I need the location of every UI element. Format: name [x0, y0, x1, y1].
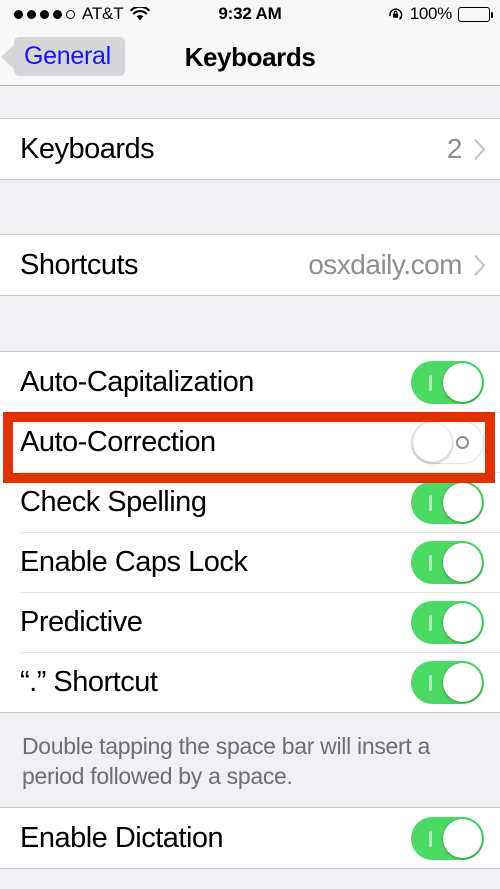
section-keyboards: Keyboards 2: [0, 118, 500, 180]
row-auto-correction[interactable]: Auto-Correction: [0, 412, 500, 472]
row-period-shortcut[interactable]: “.” Shortcut: [0, 652, 500, 712]
toggle-knob: [443, 362, 482, 402]
row-label: Check Spelling: [20, 485, 207, 518]
iphone-screen: AT&T 9:32 AM 100% General Keyboards Keyb…: [0, 0, 500, 889]
section-gap: [0, 180, 500, 234]
row-value: 2: [446, 133, 463, 164]
toggle-off-circle-icon: [456, 435, 469, 449]
row-label: Auto-Correction: [20, 425, 216, 458]
toggle-check-spelling[interactable]: [411, 480, 484, 524]
section-gap: [0, 296, 500, 351]
signal-dot-5: [66, 9, 75, 19]
row-label: Enable Dictation: [20, 821, 224, 854]
status-bar-right: 100%: [387, 4, 494, 24]
toggle-on-bar-icon: [429, 674, 432, 691]
row-value: osxdaily.com: [308, 249, 462, 280]
signal-strength-icon: [14, 9, 75, 19]
status-bar-left: AT&T: [14, 4, 151, 24]
carrier-label: AT&T: [82, 4, 124, 23]
toggle-on-bar-icon: [429, 554, 432, 571]
row-shortcuts[interactable]: Shortcuts osxdaily.com: [0, 235, 500, 295]
toggle-period-shortcut[interactable]: [411, 660, 484, 704]
toggle-on-bar-icon: [429, 614, 432, 631]
signal-dot-3: [40, 9, 49, 19]
row-label: Enable Caps Lock: [20, 545, 248, 578]
toggle-on-bar-icon: [429, 494, 432, 511]
toggle-predictive[interactable]: [411, 600, 484, 644]
row-predictive[interactable]: Predictive: [0, 592, 500, 652]
row-label: Shortcuts: [20, 248, 139, 281]
toggle-auto-correction[interactable]: [411, 420, 484, 464]
page-title: Keyboards: [184, 42, 316, 72]
toggle-enable-dictation[interactable]: [411, 816, 484, 860]
signal-dot-4: [53, 9, 62, 19]
section-typing-options: Auto-Capitalization Auto-Correction Chec…: [0, 351, 500, 713]
section-shortcuts: Shortcuts osxdaily.com: [0, 234, 500, 296]
typing-options-footer: Double tapping the space bar will insert…: [0, 713, 500, 807]
battery-percent-label: 100%: [409, 4, 453, 23]
chevron-right-icon: [474, 138, 486, 160]
battery-full-icon: [458, 6, 494, 22]
row-label: “.” Shortcut: [20, 665, 158, 698]
toggle-knob: [443, 542, 482, 582]
toggle-on-bar-icon: [429, 830, 432, 847]
chevron-right-icon: [474, 254, 486, 276]
status-bar: AT&T 9:32 AM 100%: [0, 0, 500, 28]
section-dictation: Enable Dictation: [0, 807, 500, 869]
rotation-lock-icon: [387, 6, 404, 23]
row-enable-caps-lock[interactable]: Enable Caps Lock: [0, 532, 500, 592]
toggle-on-bar-icon: [429, 374, 432, 391]
row-label: Predictive: [20, 605, 143, 638]
toggle-knob: [443, 482, 482, 522]
toggle-knob: [413, 422, 452, 462]
section-gap: [0, 87, 500, 118]
toggle-knob: [443, 662, 482, 702]
toggle-knob: [443, 602, 482, 642]
settings-list[interactable]: Keyboards 2 Shortcuts osxdaily.com Auto-…: [0, 87, 500, 889]
row-label: Auto-Capitalization: [20, 365, 254, 398]
row-keyboards[interactable]: Keyboards 2: [0, 119, 500, 179]
row-enable-dictation[interactable]: Enable Dictation: [0, 808, 500, 868]
row-label: Keyboards: [20, 132, 155, 165]
toggle-knob: [443, 818, 482, 858]
signal-dot-1: [14, 9, 23, 19]
row-check-spelling[interactable]: Check Spelling: [0, 472, 500, 532]
wifi-icon: [130, 5, 151, 22]
row-auto-capitalization[interactable]: Auto-Capitalization: [0, 352, 500, 412]
toggle-auto-capitalization[interactable]: [411, 360, 484, 404]
toggle-enable-caps-lock[interactable]: [411, 540, 484, 584]
navigation-bar: General Keyboards: [0, 28, 500, 86]
signal-dot-2: [27, 9, 36, 19]
